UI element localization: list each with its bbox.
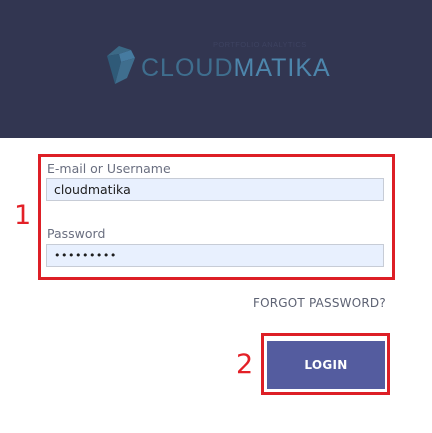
password-label: Password (47, 226, 106, 241)
username-label: E-mail or Username (47, 161, 171, 176)
annotation-marker-1: 1 (14, 200, 32, 231)
brand-name-part1: CLOUD (141, 54, 234, 82)
brand-name-part2: MATIKA (233, 54, 331, 82)
forgot-password-link[interactable]: FORGOT PASSWORD? (253, 296, 386, 310)
annotation-marker-2: 2 (236, 349, 254, 380)
username-input[interactable]: cloudmatika (46, 178, 384, 201)
header-banner: PORTFOLIO ANALYTICS CLOUDMATIKA (0, 0, 432, 138)
logo-tagline: PORTFOLIO ANALYTICS (213, 40, 307, 49)
password-input[interactable]: ••••••••• (46, 244, 384, 267)
login-button[interactable]: LOGIN (267, 341, 385, 389)
brand-logo: CLOUDMATIKA (141, 53, 331, 83)
bird-logo-icon (107, 46, 135, 84)
